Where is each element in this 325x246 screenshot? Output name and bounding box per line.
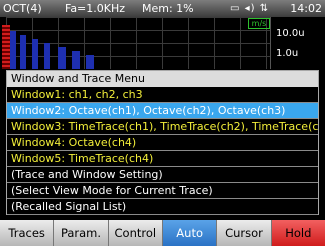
traces-button[interactable]: Traces [0,220,54,246]
analysis-mode: OCT(4) [3,2,42,15]
menu-item-window1[interactable]: Window1: ch1, ch2, ch3 [7,87,318,103]
level-indicator [2,25,10,69]
cursor-button[interactable]: Cursor [217,220,271,246]
octave-bar [58,47,66,69]
control-button[interactable]: Control [108,220,162,246]
y-axis-label: 1.0u [276,48,299,59]
unit-tag: m/s [248,18,270,29]
softkey-bar: Traces Param. Control Auto Cursor Hold [0,220,325,246]
menu-item-trace-window-setting[interactable]: (Trace and Window Setting) [7,167,318,183]
window-trace-menu: Window and Trace Menu Window1: ch1, ch2,… [6,70,319,215]
sample-rate: Fa=1.0KHz [65,2,126,15]
octave-bar [20,35,26,69]
menu-item-window5[interactable]: Window5: TimeTrace(ch4) [7,151,318,167]
y-axis-label: 10.0u [276,28,305,39]
octave-bar [10,31,16,69]
battery-icon: ▭ [230,3,241,14]
hold-button[interactable]: Hold [271,220,325,246]
menu-item-window4[interactable]: Window4: Octave(ch4) [7,135,318,151]
menu-item-recalled-signal-list[interactable]: (Recalled Signal List) [7,199,318,215]
octave-bar [32,39,38,69]
menu-title: Window and Trace Menu [7,71,318,87]
octave-bar [86,55,94,69]
status-icons: ▭ ◂) ⇅ [230,0,270,17]
octave-bar [72,51,80,69]
menu-item-window3[interactable]: Window3: TimeTrace(ch1), TimeTrace(ch2),… [7,119,318,135]
menu-item-select-view-mode[interactable]: (Select View Mode for Current Trace) [7,183,318,199]
speaker-icon: ◂) [244,3,256,14]
auto-button[interactable]: Auto [162,220,217,246]
usb-icon: ⇅ [259,3,270,14]
status-bar: OCT(4) Fa=1.0KHz Mem: 1% ▭ ◂) ⇅ 14:02 [0,0,325,17]
menu-item-window2[interactable]: Window2: Octave(ch1), Octave(ch2), Octav… [7,103,318,119]
clock: 14:02 [290,2,322,15]
octave-bar [44,43,50,69]
param-button[interactable]: Param. [54,220,108,246]
memory-usage: Mem: 1% [142,2,194,15]
